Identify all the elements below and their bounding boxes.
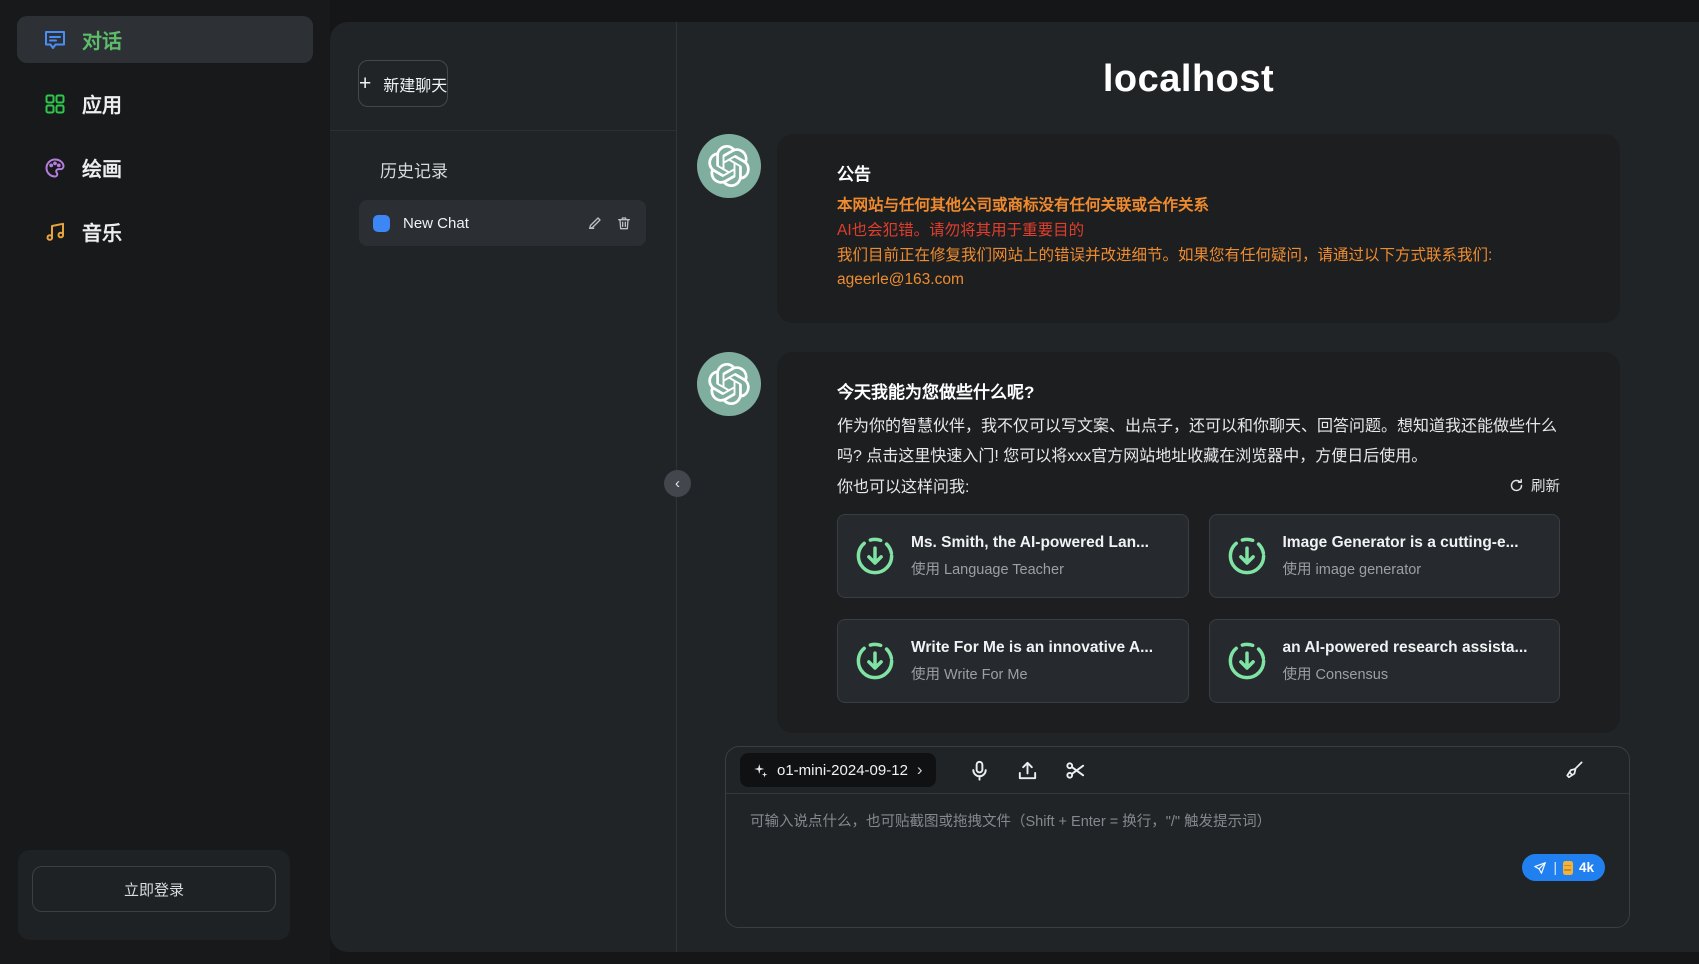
welcome-bubble: 今天我能为您做些什么呢? 作为你的智慧伙伴，我不仅可以写文案、出点子，还可以和你… [777,352,1620,733]
welcome-body: 作为你的智慧伙伴，我不仅可以写文案、出点子，还可以和你聊天、回答问题。想知道我还… [837,412,1560,471]
download-circle-icon [1226,535,1268,577]
sidebar-item-paint[interactable]: 绘画 [17,144,313,191]
login-card: 立即登录 [18,850,290,940]
music-note-icon [43,220,67,244]
sidebar-item-label: 应用 [82,89,122,118]
sidebar-item-label: 对话 [82,25,122,54]
plus-icon: + [359,73,371,94]
refresh-label: 刷新 [1531,475,1560,496]
composer: o1-mini-2024-09-12 › [725,746,1630,928]
chat-color-dot [373,215,390,232]
message-input[interactable] [726,794,1629,890]
content-panel: + 新建聊天 历史记录 New Chat ‹ localhost [330,22,1699,952]
apps-grid-icon [43,92,67,116]
login-button[interactable]: 立即登录 [32,866,276,912]
delete-icon[interactable] [616,215,632,231]
suggestion-title: Image Generator is a cutting-e... [1283,534,1519,552]
download-circle-icon [854,535,896,577]
announcement-line: 本网站与任何其他公司或商标没有任何关联或合作关系 [837,194,1560,219]
assistant-message: 公告 本网站与任何其他公司或商标没有任何关联或合作关系 AI也会犯错。请勿将其用… [697,134,1620,323]
suggestion-title: an AI-powered research assista... [1283,639,1528,657]
palette-icon [43,156,67,180]
composer-toolbar: o1-mini-2024-09-12 › [726,747,1629,794]
announcement-bubble: 公告 本网站与任何其他公司或商标没有任何关联或合作关系 AI也会犯错。请勿将其用… [777,134,1620,323]
suggestion-card[interactable]: Image Generator is a cutting-e... 使用 ima… [1209,514,1561,598]
download-circle-icon [1226,640,1268,682]
openai-logo-avatar [697,134,761,198]
refresh-icon [1509,478,1524,493]
suggestion-cards: Ms. Smith, the AI-powered Lan... 使用 Lang… [837,514,1560,703]
chevron-right-icon: › [917,760,923,780]
chat-list-column: + 新建聊天 历史记录 New Chat [330,22,677,952]
suggestion-card[interactable]: Write For Me is an innovative A... 使用 Wr… [837,619,1189,703]
sidebar-item-label: 音乐 [82,217,122,246]
sidebar-item-label: 绘画 [82,153,122,182]
new-chat-label: 新建聊天 [383,72,447,96]
openai-logo-icon [708,145,750,187]
new-chat-button[interactable]: + 新建聊天 [358,60,448,107]
upload-icon[interactable] [1016,759,1039,782]
message-list: 公告 本网站与任何其他公司或商标没有任何关联或合作关系 AI也会犯错。请勿将其用… [678,101,1699,733]
suggestion-card[interactable]: an AI-powered research assista... 使用 Con… [1209,619,1561,703]
divider [330,130,676,131]
page-title: localhost [678,58,1699,101]
edit-icon[interactable] [587,215,603,231]
send-plane-icon [1533,861,1547,875]
download-circle-icon [854,640,896,682]
separator: | [1553,860,1557,875]
suggestion-subtitle: 使用 Language Teacher [911,558,1149,579]
send-button[interactable]: | 4k [1522,854,1605,881]
announcement-line: AI也会犯错。请勿将其用于重要目的 [837,219,1560,244]
suggestion-card[interactable]: Ms. Smith, the AI-powered Lan... 使用 Lang… [837,514,1189,598]
ask-hint: 你也可以这样问我: [837,473,969,497]
sidebar-nav: 对话 应用 绘画 [0,0,330,255]
sparkle-icon [753,763,768,778]
model-selector[interactable]: o1-mini-2024-09-12 › [740,753,936,787]
suggestion-subtitle: 使用 Consensus [1283,663,1528,684]
chat-item-title: New Chat [403,215,574,232]
refresh-button[interactable]: 刷新 [1509,475,1560,496]
sidebar-item-apps[interactable]: 应用 [17,80,313,127]
suggestion-subtitle: 使用 Write For Me [911,663,1153,684]
clear-broom-icon[interactable] [1562,759,1585,782]
microphone-icon[interactable] [968,759,991,782]
announcement-title: 公告 [837,160,1560,185]
welcome-title: 今天我能为您做些什么呢? [837,378,1560,403]
suggestion-title: Ms. Smith, the AI-powered Lan... [911,534,1149,552]
openai-logo-avatar [697,352,761,416]
suggestion-subtitle: 使用 image generator [1283,558,1519,579]
collapse-sidebar-button[interactable]: ‹ [664,470,691,497]
main-chat-area: localhost 公告 本网站与任何其他公司或商标没有任何关联或合作关系 AI… [678,22,1699,952]
scissors-icon[interactable] [1064,759,1087,782]
sidebar: 对话 应用 绘画 [0,0,330,964]
announcement-line: 我们目前正在修复我们网站上的错误并改进细节。如果您有任何疑问，请通过以下方式联系… [837,244,1560,269]
sidebar-item-chat[interactable]: 对话 [17,16,313,63]
openai-logo-icon [708,363,750,405]
token-coin-icon [1563,861,1573,875]
announcement-email[interactable]: ageerle@163.com [837,268,1560,293]
model-name: o1-mini-2024-09-12 [777,762,908,779]
chat-bubble-icon [43,28,67,52]
history-title: 历史记录 [380,157,676,182]
suggestion-title: Write For Me is an innovative A... [911,639,1153,657]
chat-history-item[interactable]: New Chat [359,200,646,246]
token-badge: 4k [1579,860,1594,875]
assistant-message: 今天我能为您做些什么呢? 作为你的智慧伙伴，我不仅可以写文案、出点子，还可以和你… [697,352,1620,733]
sidebar-item-music[interactable]: 音乐 [17,208,313,255]
